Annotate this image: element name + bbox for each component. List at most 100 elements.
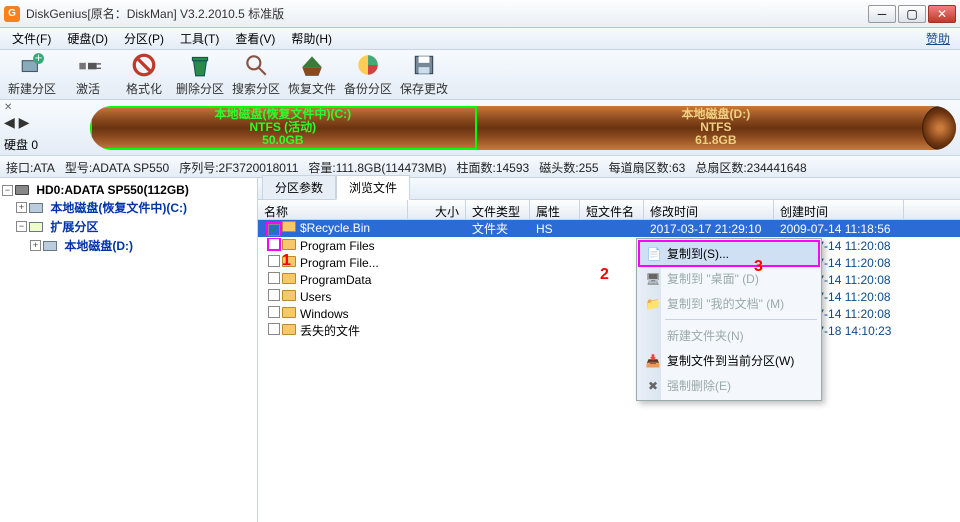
checkbox[interactable] [268, 255, 280, 267]
pie-icon [355, 52, 381, 78]
menu-partition[interactable]: 分区(P) [116, 28, 172, 49]
save-icon [411, 52, 437, 78]
collapse-icon[interactable]: − [2, 185, 13, 196]
close-button[interactable]: ✕ [928, 5, 956, 23]
checkbox[interactable] [268, 306, 280, 318]
ctx-new-folder[interactable]: 新建文件夹(N) [639, 323, 819, 348]
tree-label: HD0:ADATA SP550(112GB) [36, 183, 188, 197]
checkbox[interactable] [268, 272, 280, 284]
cell-name: ProgramData [258, 272, 408, 287]
file-name: 丢失的文件 [300, 324, 360, 338]
table-row[interactable]: Windows2017-07-18 13:20:102009-07-14 11:… [258, 305, 960, 322]
checkbox[interactable] [268, 289, 280, 301]
tool-activate[interactable]: 激活 [62, 50, 114, 99]
tree-node-d[interactable]: + 本地磁盘(D:) [2, 236, 255, 255]
expand-icon[interactable]: + [16, 202, 27, 213]
file-name: Windows [300, 307, 349, 321]
partition-d[interactable]: 本地磁盘(D:) NTFS 61.8GB [477, 106, 956, 150]
context-menu: 📄 复制到(S)... 🖥复制到 "桌面" (D) 📁 复制到 "我的文档" (M)… [636, 238, 822, 401]
cell-name: Users [258, 289, 408, 304]
col-size[interactable]: 大小 [408, 200, 466, 219]
table-row[interactable]: Users2017-03-17 21:28:582009-07-14 11:20… [258, 288, 960, 305]
tool-save[interactable]: 保存更改 [398, 50, 450, 99]
ctx-copy-to[interactable]: 📄 复制到(S)... [639, 241, 819, 266]
col-attr[interactable]: 属性 [530, 200, 580, 219]
tree-node-disk[interactable]: − HD0:ADATA SP550(112GB) [2, 182, 255, 198]
tool-format[interactable]: 格式化 [118, 50, 170, 99]
tool-new-partition[interactable]: + 新建分区 [6, 50, 58, 99]
file-name: ProgramData [300, 273, 371, 287]
col-type[interactable]: 文件类型 [466, 200, 530, 219]
ctx-copy-docs[interactable]: 📁 复制到 "我的文档" (M) [639, 291, 819, 316]
checkbox[interactable] [268, 323, 280, 335]
folder-icon [282, 290, 296, 301]
disk-diagram: ✕ ◀ ▶ 硬盘 0 本地磁盘(恢复文件中)(C:) NTFS (活动) 50.… [0, 100, 960, 156]
tree-label: 本地磁盘(恢复文件中)(C:) [50, 199, 187, 216]
app-icon: G [4, 6, 20, 22]
partition-icon [29, 222, 43, 232]
tool-backup[interactable]: 备份分区 [342, 50, 394, 99]
tool-recover[interactable]: 恢复文件 [286, 50, 338, 99]
tree-pane: − HD0:ADATA SP550(112GB) + 本地磁盘(恢复文件中)(C… [0, 178, 258, 522]
document-icon: 📁 [645, 296, 661, 312]
ctx-label: 复制到(S)... [667, 245, 729, 262]
tool-label: 新建分区 [8, 80, 56, 97]
col-ctime[interactable]: 创建时间 [774, 200, 904, 219]
ctx-label: 复制到 "我的文档" (M) [667, 295, 784, 312]
menu-help[interactable]: 帮助(H) [283, 28, 340, 49]
tree-label: 本地磁盘(D:) [64, 237, 133, 254]
tabs: 分区参数 浏览文件 [258, 178, 960, 200]
menu-disk[interactable]: 硬盘(D) [59, 28, 116, 49]
expand-icon[interactable]: + [30, 240, 41, 251]
tab-browse[interactable]: 浏览文件 [336, 175, 410, 200]
tool-search[interactable]: 搜索分区 [230, 50, 282, 99]
col-mtime[interactable]: 修改时间 [644, 200, 774, 219]
copy-icon: 📄 [646, 246, 662, 262]
info-serial: 序列号:2F3720018011 [179, 161, 298, 175]
ctx-copy-current[interactable]: 📥复制文件到当前分区(W) [639, 348, 819, 373]
sponsor-link[interactable]: 赞助 [926, 30, 956, 47]
tree-label: 扩展分区 [50, 218, 98, 235]
checkbox[interactable] [268, 238, 280, 250]
table-row[interactable]: Program File...2017-07-08 11:13:332009-0… [258, 254, 960, 271]
tool-label: 激活 [76, 80, 100, 97]
menu-view[interactable]: 查看(V) [227, 28, 283, 49]
folder-icon [282, 307, 296, 318]
tool-delete[interactable]: 删除分区 [174, 50, 226, 99]
trash-icon [187, 52, 213, 78]
info-cylinders: 柱面数:14593 [457, 161, 530, 175]
folder-icon [282, 324, 296, 335]
menu-tool[interactable]: 工具(T) [172, 28, 227, 49]
checkbox[interactable] [268, 224, 280, 236]
ctx-force-delete[interactable]: ✖强制删除(E) [639, 373, 819, 398]
disk-plus-icon: + [19, 52, 45, 78]
cell-type: 文件夹 [466, 220, 530, 237]
col-name[interactable]: 名称 [258, 200, 408, 219]
table-row[interactable]: $Recycle.Bin文件夹HS2017-03-17 21:29:102009… [258, 220, 960, 237]
table-row[interactable]: Program Files2017-06-29 14:51:272009-07-… [258, 237, 960, 254]
menu-file[interactable]: 文件(F) [4, 28, 59, 49]
tab-param[interactable]: 分区参数 [262, 175, 336, 199]
partition-icon [29, 203, 43, 213]
table-row[interactable]: 丢失的文件2017-07-18 14:10:232017-07-18 14:10… [258, 322, 960, 339]
minimize-button[interactable]: ─ [868, 5, 896, 23]
right-pane: 分区参数 浏览文件 名称 大小 文件类型 属性 短文件名 修改时间 创建时间 $… [258, 178, 960, 522]
table-row[interactable]: ProgramData2017-07-18 09:27:202009-07-14… [258, 271, 960, 288]
disk-info-bar: 接口:ATA 型号:ADATA SP550 序列号:2F3720018011 容… [0, 156, 960, 178]
tree-node-ext[interactable]: − 扩展分区 [2, 217, 255, 236]
folder-icon [282, 273, 296, 284]
ctx-copy-desktop[interactable]: 🖥复制到 "桌面" (D) [639, 266, 819, 291]
cell-name: Windows [258, 306, 408, 321]
separator [665, 319, 817, 320]
partitions-container: 本地磁盘(恢复文件中)(C:) NTFS (活动) 50.0GB 本地磁盘(D:… [90, 106, 956, 150]
maximize-button[interactable]: ▢ [898, 5, 926, 23]
tool-label: 恢复文件 [288, 80, 336, 97]
close-diagram-icon[interactable]: ✕ [4, 102, 12, 113]
window-title: DiskGenius[原名：DiskMan] V3.2.2010.5 标准版 [26, 5, 868, 22]
tree-node-c[interactable]: + 本地磁盘(恢复文件中)(C:) [2, 198, 255, 217]
partition-c[interactable]: 本地磁盘(恢复文件中)(C:) NTFS (活动) 50.0GB [90, 106, 477, 150]
collapse-icon[interactable]: − [16, 221, 27, 232]
info-model: 型号:ADATA SP550 [65, 161, 169, 175]
col-short[interactable]: 短文件名 [580, 200, 644, 219]
nav-arrows[interactable]: ◀ ▶ [4, 114, 29, 131]
